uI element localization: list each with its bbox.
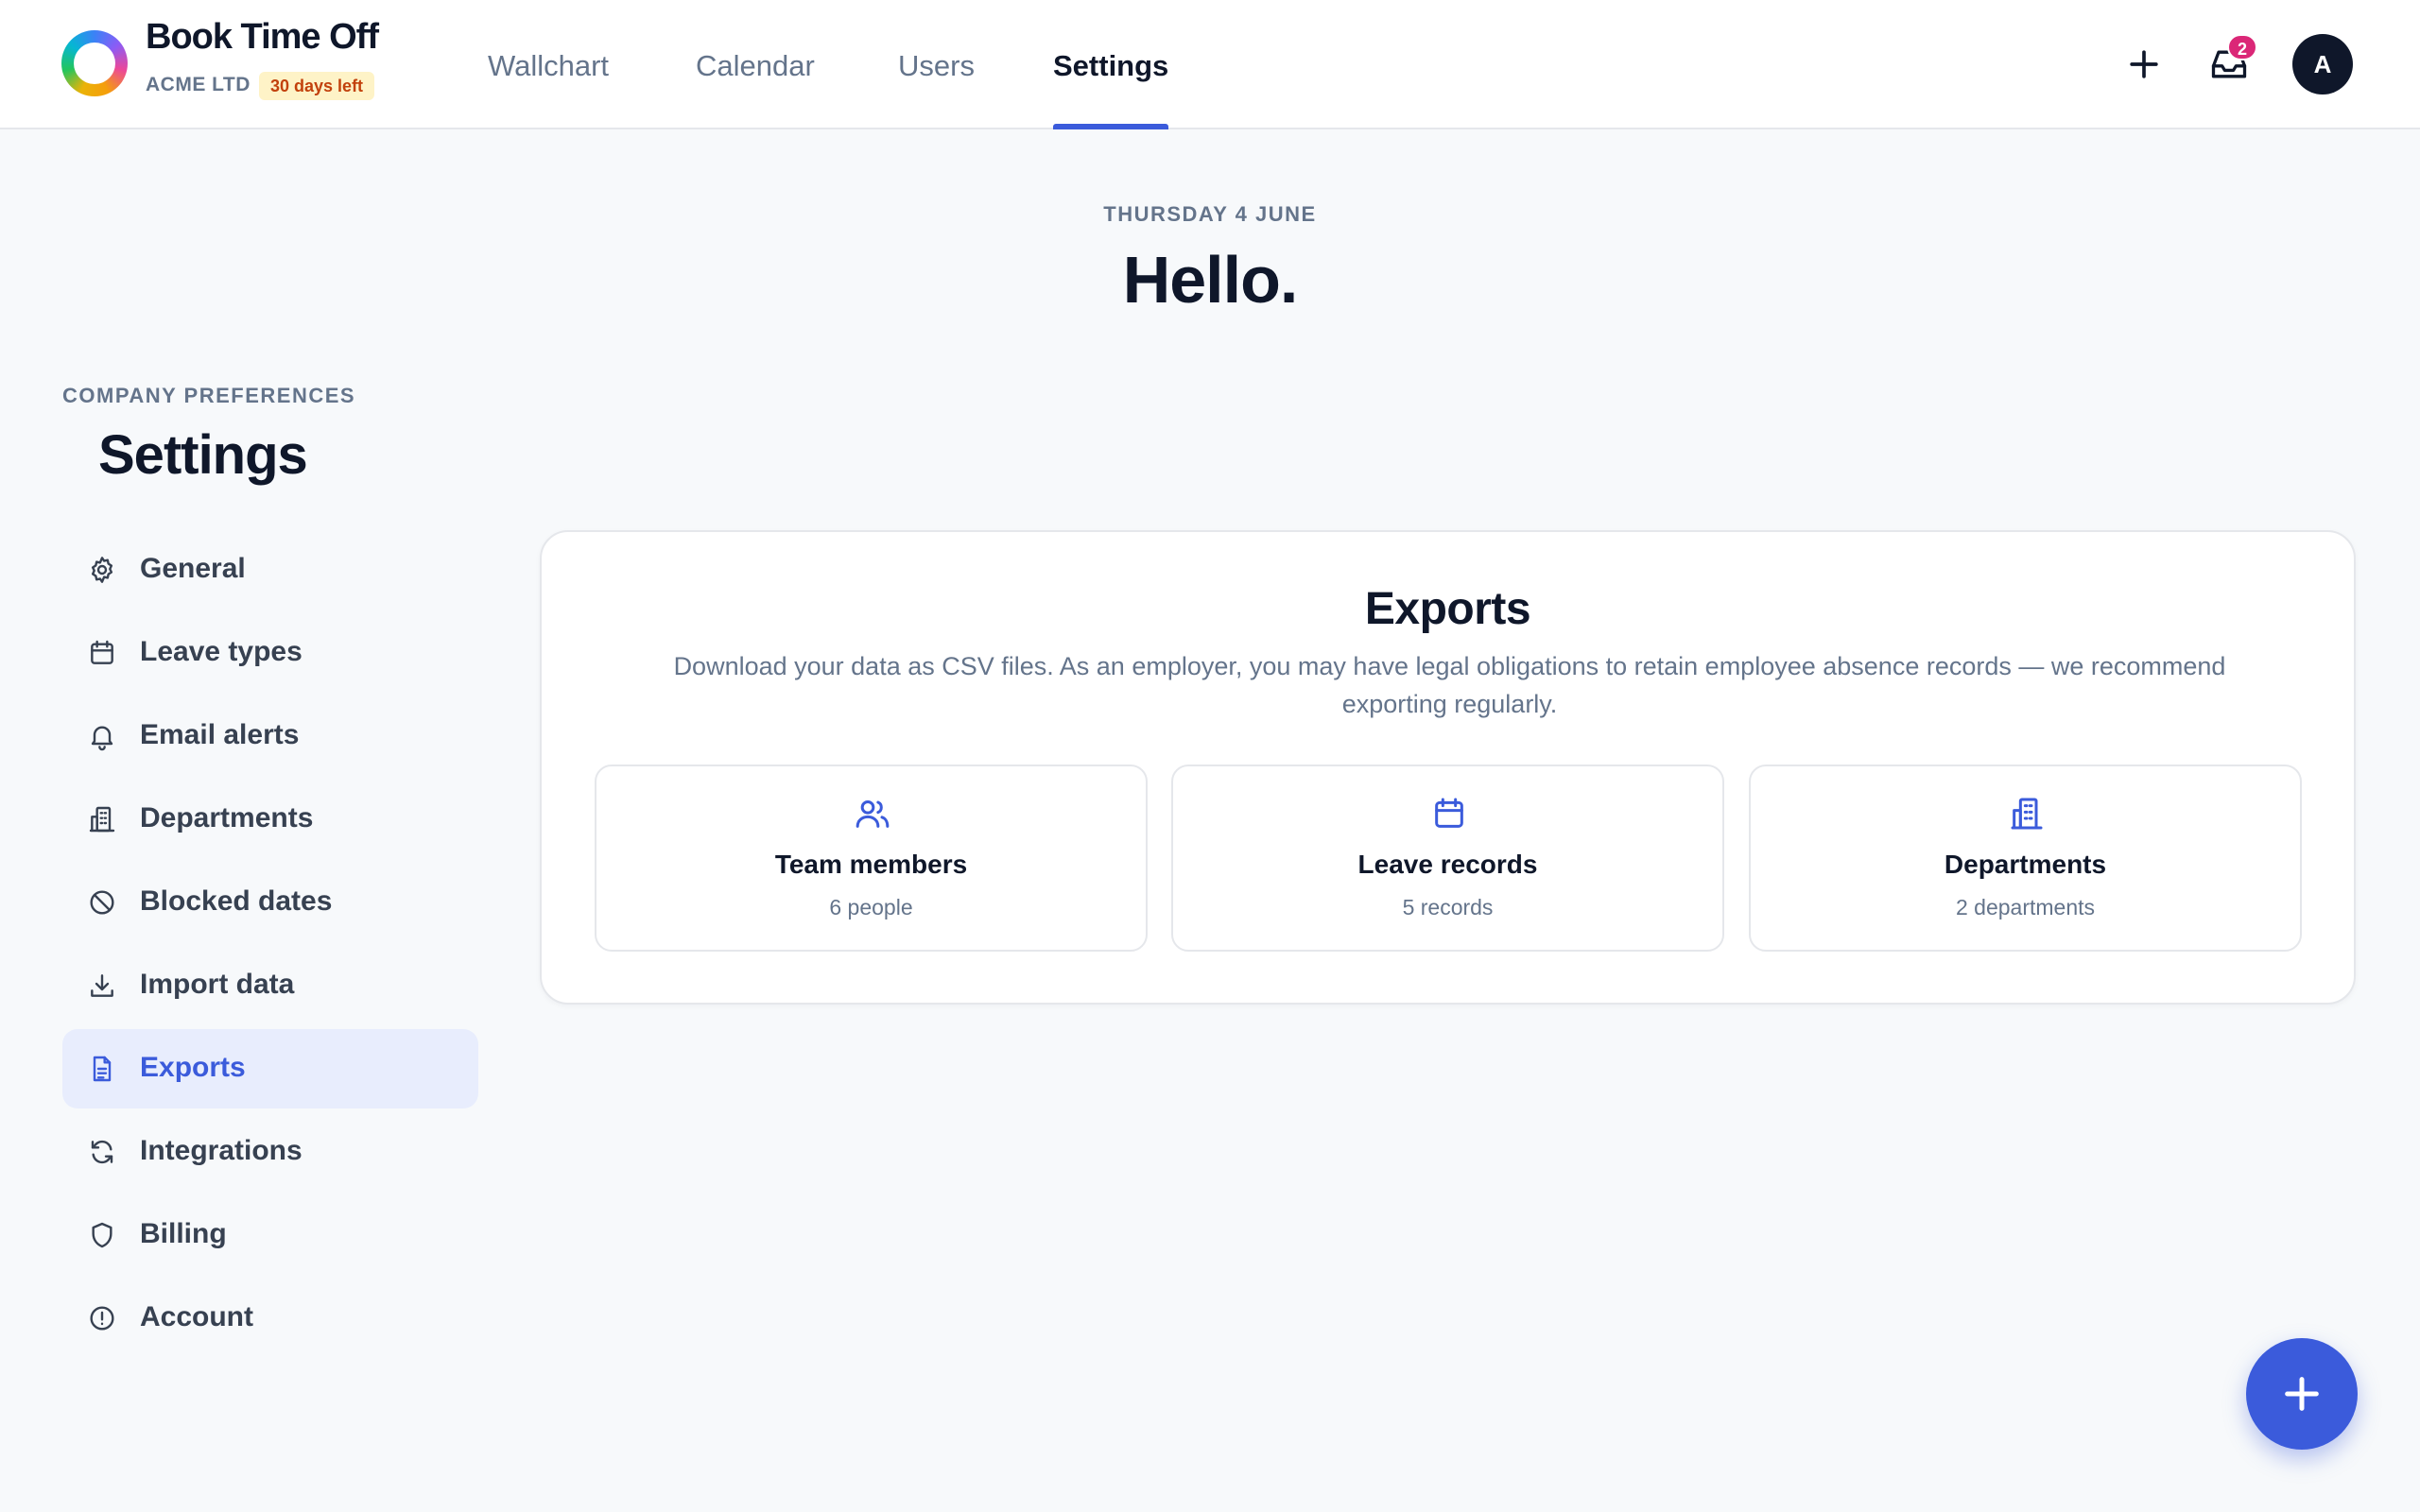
export-leave-records-button[interactable]: Leave records 5 records (1171, 765, 1724, 952)
tab-wallchart[interactable]: Wallchart (488, 49, 609, 83)
brand-title: Book Time Off (146, 17, 379, 57)
exports-description: Download your data as CSV files. As an e… (673, 652, 2226, 718)
calendar-icon (91, 640, 113, 664)
export-team-members-button[interactable]: Team members 6 people (595, 765, 1148, 952)
ban-icon (90, 890, 114, 915)
sidebar-item-general[interactable]: General (62, 530, 478, 610)
tab-settings[interactable]: Settings (1053, 49, 1168, 83)
bell-icon (91, 726, 113, 751)
greeting-heading: Hello. (1122, 243, 1299, 317)
sidebar-item-label: Exports (140, 1052, 246, 1083)
sidebar-item-label: Import data (140, 969, 295, 1000)
exports-card: Exports Download your data as CSV files.… (540, 530, 2356, 1005)
sidebar-title: Settings (98, 424, 308, 486)
sidebar-item-label: Blocked dates (140, 885, 333, 917)
sidebar-item-label: Billing (140, 1218, 227, 1249)
gear-icon (91, 557, 113, 583)
tile-label: Team members (774, 850, 968, 879)
users-icon (856, 800, 890, 828)
building-icon (89, 806, 115, 833)
plus-icon (2285, 1377, 2319, 1411)
sidebar-item-departments[interactable]: Departments (62, 780, 478, 859)
sidebar-item-email-alerts[interactable]: Email alerts (62, 696, 478, 776)
top-navigation-bar: Book Time Off ACME LTD 30 days left Wall… (0, 0, 2420, 129)
exports-title: Exports (1364, 584, 1531, 634)
sidebar-caption: COMPANY PREFERENCES (62, 384, 356, 407)
tab-users[interactable]: Users (898, 49, 975, 83)
export-departments-button[interactable]: Departments 2 departments (1749, 765, 2302, 952)
sidebar-item-leave-types[interactable]: Leave types (62, 613, 478, 693)
tile-count: 5 records (1402, 895, 1494, 919)
sidebar-item-billing[interactable]: Billing (62, 1195, 478, 1275)
sidebar-item-label: Leave types (140, 636, 302, 667)
tile-count: 2 departments (1955, 895, 2096, 919)
trial-badge: 30 days left (259, 72, 375, 100)
tab-calendar[interactable]: Calendar (696, 49, 815, 83)
add-button[interactable] (2123, 43, 2165, 85)
refresh-icon (91, 1140, 113, 1164)
building-icon (2011, 798, 2043, 830)
sidebar-item-exports[interactable]: Exports (62, 1029, 478, 1108)
active-tab-indicator (1053, 124, 1168, 129)
user-avatar[interactable]: A (2292, 34, 2353, 94)
sidebar-item-integrations[interactable]: Integrations (62, 1112, 478, 1192)
sidebar-item-label: Departments (140, 802, 314, 833)
shield-icon (92, 1222, 112, 1248)
sidebar-item-label: Integrations (140, 1135, 302, 1166)
sidebar-item-account[interactable]: Account (62, 1279, 478, 1358)
alert-circle-icon (90, 1306, 114, 1331)
plus-icon (2130, 50, 2158, 78)
download-icon (91, 974, 113, 997)
sidebar-item-label: Email alerts (140, 719, 300, 750)
sidebar-item-blocked-dates[interactable]: Blocked dates (62, 863, 478, 942)
tile-label: Leave records (1357, 850, 1538, 879)
notification-count-badge: 2 (2227, 34, 2257, 60)
calendar-icon (1435, 798, 1463, 828)
tile-count: 6 people (829, 895, 913, 919)
company-name: ACME LTD (146, 74, 251, 95)
current-date: THURSDAY 4 JUNE (1103, 202, 1317, 226)
sidebar-item-label: Account (140, 1301, 253, 1332)
tile-label: Departments (1944, 850, 2107, 879)
document-icon (93, 1056, 112, 1082)
sidebar-item-label: General (140, 553, 246, 584)
floating-add-button[interactable] (2246, 1338, 2358, 1450)
sidebar-item-import-data[interactable]: Import data (62, 946, 478, 1025)
app-logo-icon[interactable] (61, 30, 128, 96)
